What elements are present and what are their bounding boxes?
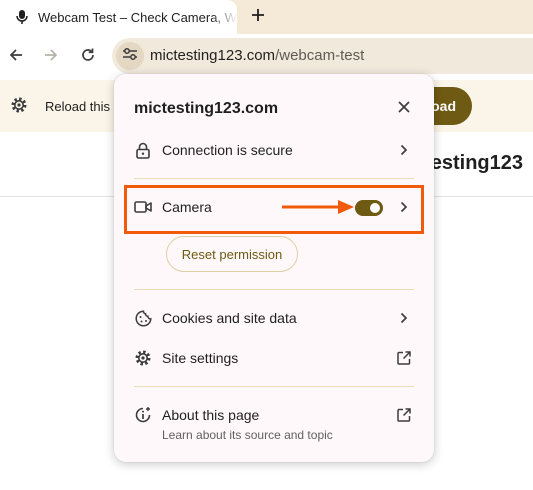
url-domain: mictesting123.com (150, 47, 276, 64)
chevron-right-icon (397, 311, 411, 325)
separator (134, 178, 414, 179)
tab-fade (211, 0, 237, 34)
back-button[interactable] (4, 45, 28, 69)
infobar-message: Reload this p (45, 99, 121, 114)
url-text: mictesting123.com/webcam-test (150, 47, 364, 64)
tab-webcam-test[interactable]: Webcam Test – Check Camera, W (0, 0, 237, 34)
reload-button[interactable] (76, 45, 100, 69)
site-info-button[interactable] (116, 42, 144, 70)
tab-strip: Webcam Test – Check Camera, W (0, 0, 533, 34)
connection-row[interactable]: Connection is secure (114, 130, 434, 170)
separator (134, 289, 414, 290)
plus-icon (251, 8, 265, 27)
reset-permission-button[interactable]: Reset permission (166, 236, 298, 272)
chevron-right-icon (397, 143, 411, 157)
gear-icon (10, 96, 28, 114)
microphone-icon (14, 9, 30, 25)
reload-icon (80, 47, 96, 68)
cookies-label: Cookies and site data (162, 310, 297, 326)
forward-button[interactable] (39, 45, 63, 69)
annotation-highlight-box (124, 185, 424, 234)
annotation-arrow (282, 200, 354, 214)
site-settings-label: Site settings (162, 350, 239, 366)
connection-label: Connection is secure (162, 142, 293, 158)
close-icon (398, 100, 410, 118)
site-info-popup: mictesting123.com Connection is secure C… (114, 74, 434, 462)
cookie-icon (134, 309, 152, 327)
popup-title: mictesting123.com (134, 100, 279, 117)
site-settings-row[interactable]: Site settings (114, 338, 434, 378)
gear-icon (134, 349, 152, 367)
tune-icon (122, 47, 138, 66)
lock-icon (134, 141, 152, 159)
separator (134, 386, 414, 387)
arrow-left-icon (8, 47, 24, 68)
arrow-right-icon (43, 47, 59, 68)
url-path: /webcam-test (275, 47, 365, 64)
tab-title: Webcam Test – Check Camera, W (38, 9, 237, 25)
cookies-row[interactable]: Cookies and site data (114, 298, 434, 338)
close-button[interactable] (395, 100, 413, 118)
open-in-new-icon (396, 350, 412, 366)
address-bar[interactable]: mictesting123.com/webcam-test (112, 38, 533, 74)
open-in-new-icon (396, 407, 412, 423)
about-label: About this page (162, 407, 260, 423)
page-heading: Testing123 (420, 152, 523, 174)
about-icon (134, 406, 152, 424)
new-tab-button[interactable] (246, 5, 270, 29)
about-sublabel: Learn about its source and topic (162, 428, 333, 442)
